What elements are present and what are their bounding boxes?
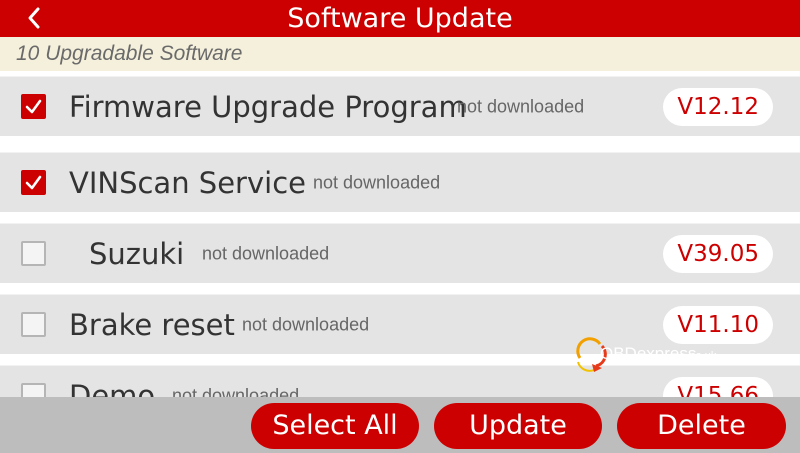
update-button[interactable]: Update	[434, 403, 602, 449]
software-row-suzuki[interactable]: Suzuki not downloaded V39.05	[0, 223, 800, 283]
back-button[interactable]	[14, 2, 54, 34]
software-update-screen: Software Update 10 Upgradable Software F…	[0, 0, 800, 453]
version-badge: V39.05	[663, 234, 773, 273]
row-checkbox[interactable]	[21, 169, 46, 195]
title-bar: Software Update	[0, 0, 800, 37]
software-name: Brake reset	[69, 307, 235, 342]
row-checkbox[interactable]	[21, 240, 46, 266]
software-name: Demo	[69, 378, 156, 398]
version-badge: V11.10	[663, 305, 773, 344]
software-row-vinscan-service[interactable]: VINScan Service not downloaded	[0, 152, 800, 212]
bottom-action-bar: Select All Update Delete	[0, 397, 800, 453]
download-status: not downloaded	[457, 96, 585, 116]
software-name: Firmware Upgrade Program	[69, 89, 467, 124]
software-row-brake-reset[interactable]: Brake reset not downloaded V11.10	[0, 294, 800, 354]
version-badge: V15.66	[663, 376, 773, 397]
download-status: not downloaded	[172, 385, 300, 397]
version-badge: V12.12	[663, 87, 773, 126]
row-checkbox[interactable]	[21, 93, 46, 119]
software-row-firmware-upgrade-program[interactable]: Firmware Upgrade Program not downloaded …	[0, 76, 800, 136]
page-title: Software Update	[287, 3, 513, 34]
delete-button[interactable]: Delete	[617, 403, 786, 449]
download-status: not downloaded	[242, 314, 370, 334]
row-checkbox[interactable]	[21, 382, 46, 397]
checkmark-icon	[25, 99, 42, 113]
download-status: not downloaded	[313, 172, 441, 192]
software-name: Suzuki	[89, 236, 185, 271]
download-status: not downloaded	[202, 243, 330, 263]
row-checkbox[interactable]	[21, 311, 46, 337]
software-row-demo[interactable]: Demo not downloaded V15.66	[0, 365, 800, 397]
software-name: VINScan Service	[69, 165, 306, 200]
upgradable-count-label: 10 Upgradable Software	[0, 37, 800, 71]
checkmark-icon	[25, 175, 42, 189]
software-list[interactable]: Firmware Upgrade Program not downloaded …	[0, 71, 800, 397]
chevron-left-icon	[28, 7, 40, 29]
select-all-button[interactable]: Select All	[251, 403, 419, 449]
